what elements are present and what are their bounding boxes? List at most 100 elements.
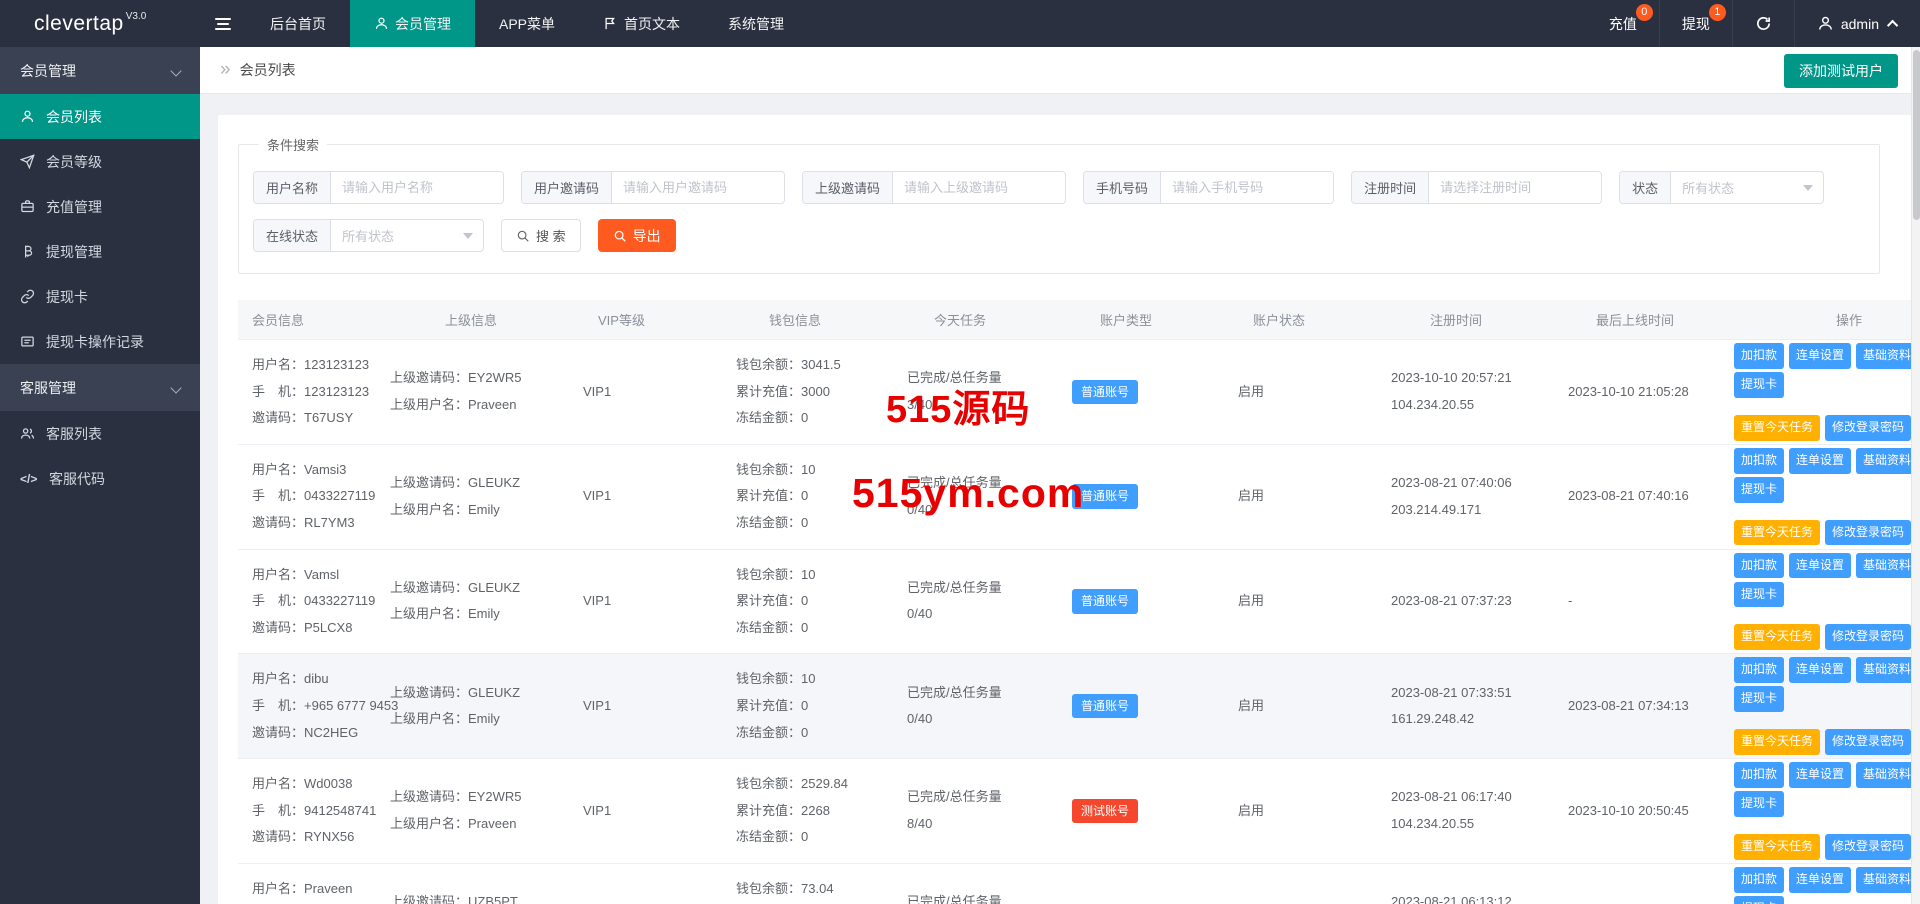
add-test-user-button[interactable]: 添加测试用户 (1784, 54, 1898, 88)
chain-order-settings-button[interactable]: 连单设置 (1789, 447, 1852, 474)
main-content: » 会员列表 添加测试用户 条件搜索 用户名称 用户邀请码 (200, 47, 1920, 904)
basic-info-button[interactable]: 基础资料 (1856, 657, 1912, 684)
scrollbar-thumb[interactable] (1913, 50, 1920, 220)
chain-order-settings-button[interactable]: 连单设置 (1789, 762, 1852, 789)
member-info-cell: 用户名：Vamsl 手 机：0433227119 邀请码：P5LCX8 (252, 566, 376, 635)
last-online-cell: 2023-10-10 21:05:28 (1568, 383, 1689, 399)
refresh-button[interactable] (1731, 0, 1794, 47)
account-status-cell: 启用 (1238, 488, 1265, 504)
withdraw-card-button[interactable]: 提现卡 (1734, 686, 1785, 713)
account-status-cell: 启用 (1238, 697, 1265, 713)
today-task-cell: 已完成/总任务量 0/40 (907, 684, 1002, 727)
sidebar-item-support-list[interactable]: 客服列表 (0, 411, 200, 456)
basic-info-button[interactable]: 基础资料 (1856, 343, 1912, 369)
nav-item-app-menu[interactable]: APP菜单 (475, 0, 579, 47)
brand-logo: clevertap V3.0 (0, 0, 200, 47)
sidebar-group-members[interactable]: 会员管理 (0, 47, 200, 94)
add-deduct-button[interactable]: 加扣款 (1734, 867, 1785, 893)
withdraw-card-button[interactable]: 提现卡 (1734, 372, 1785, 398)
change-login-password-button[interactable]: 修改登录密码 (1825, 519, 1912, 546)
search-button[interactable]: 搜 索 (501, 219, 581, 252)
parent-info-cell: 上级邀请码：UZB5PT 上级用户名：Anna008 (390, 894, 518, 904)
menu-toggle-icon[interactable] (200, 0, 246, 47)
nav-item-members[interactable]: 会员管理 (350, 0, 475, 47)
username-input[interactable] (331, 172, 504, 203)
export-button[interactable]: 导出 (597, 219, 676, 252)
add-deduct-button[interactable]: 加扣款 (1734, 657, 1785, 684)
user-icon (375, 17, 388, 29)
member-info-cell: 用户名：Vamsi3 手 机：0433227119 邀请码：RL7YM3 (252, 461, 376, 531)
withdraw-card-button[interactable]: 提现卡 (1734, 791, 1785, 817)
today-task-cell: 已完成/总任务量 0/40 (907, 475, 1002, 517)
account-type-cell: 普通账号 (1072, 588, 1238, 615)
sidebar-item-withdraw-card-log[interactable]: 提现卡操作记录 (0, 319, 200, 364)
vip-level-cell: VIP1 (583, 697, 612, 713)
nav-item-dashboard[interactable]: 后台首页 (246, 0, 350, 47)
member-info-cell: 用户名：Praveen 手 机：02108881636 邀请码：EY2WR5 (252, 880, 353, 896)
add-deduct-button[interactable]: 加扣款 (1734, 762, 1785, 789)
chain-order-settings-button[interactable]: 连单设置 (1789, 657, 1852, 684)
actions-cell: 加扣款 连单设置 基础资料 提现卡 重置今天任务 (1734, 445, 1912, 549)
reset-today-task-button[interactable]: 重置今天任务 (1734, 834, 1821, 860)
status-select[interactable]: 所有状态 (1671, 172, 1823, 203)
sidebar-item-recharge-mgmt[interactable]: 充值管理 (0, 184, 200, 229)
table-row: 用户名：Wd0038 手 机：9412548741 邀请码：RYNX56 上级邀… (238, 759, 1912, 864)
parent-info-cell: 上级邀请码：EY2WR5 上级用户名：Praveen (390, 789, 522, 832)
table-row: 用户名：Vamsl 手 机：0433227119 邀请码：P5LCX8 上级邀请… (238, 549, 1912, 655)
reset-today-task-button[interactable]: 重置今天任务 (1734, 624, 1821, 651)
change-login-password-button[interactable]: 修改登录密码 (1825, 834, 1912, 860)
chain-order-settings-button[interactable]: 连单设置 (1789, 552, 1852, 579)
basic-info-button[interactable]: 基础资料 (1856, 552, 1912, 579)
table-body: 用户名：123123123 手 机：123123123 邀请码：T67USY 上… (238, 340, 1912, 904)
basic-info-button[interactable]: 基础资料 (1856, 867, 1912, 893)
add-deduct-button[interactable]: 加扣款 (1734, 447, 1785, 474)
register-time-cell: 2023-08-21 06:13:12 203.211.109.103 (1391, 894, 1512, 904)
withdraw-card-button[interactable]: 提现卡 (1734, 895, 1785, 904)
withdraw-card-button[interactable]: 提现卡 (1734, 581, 1785, 608)
search-panel-title: 条件搜索 (267, 138, 320, 153)
basic-info-button[interactable]: 基础资料 (1856, 762, 1912, 789)
table-row: 用户名：Praveen 手 机：02108881636 邀请码：EY2WR5 上… (238, 863, 1912, 904)
sidebar-item-support-code[interactable]: </> 客服代码 (0, 456, 200, 501)
withdraw-card-button[interactable]: 提现卡 (1734, 476, 1785, 503)
change-login-password-button[interactable]: 修改登录密码 (1825, 729, 1912, 756)
recharge-shortcut[interactable]: 充值 0 (1587, 0, 1659, 47)
wallet-info-cell: 钱包余额：10 累计充值：0 冻结金额：0 (736, 566, 816, 635)
sidebar-item-member-list[interactable]: 会员列表 (0, 94, 200, 139)
reset-today-task-button[interactable]: 重置今天任务 (1734, 414, 1821, 441)
user-invite-code-input[interactable] (612, 172, 785, 203)
vertical-scrollbar[interactable] (1911, 47, 1920, 904)
sidebar-item-withdraw-card[interactable]: 提现卡 (0, 274, 200, 319)
sidebar-item-withdraw-mgmt[interactable]: 提现管理 (0, 229, 200, 274)
reset-today-task-button[interactable]: 重置今天任务 (1734, 729, 1821, 756)
navbar-right: 充值 0 提现 1 admin (1587, 0, 1920, 47)
main-nav: 后台首页 会员管理 APP菜单 首页文本 系统管理 (246, 0, 808, 47)
column-header: 账户类型 (1100, 313, 1153, 328)
user-menu[interactable]: admin (1793, 0, 1920, 47)
column-header: 会员信息 (252, 313, 305, 328)
parent-invite-code-input[interactable] (893, 172, 1066, 203)
sidebar-item-member-level[interactable]: 会员等级 (0, 139, 200, 184)
sidebar-group-support[interactable]: 客服管理 (0, 364, 200, 411)
change-login-password-button[interactable]: 修改登录密码 (1825, 624, 1912, 651)
change-login-password-button[interactable]: 修改登录密码 (1825, 414, 1912, 441)
nav-item-system[interactable]: 系统管理 (704, 0, 808, 47)
column-header: 操作 (1836, 313, 1863, 328)
chain-order-settings-button[interactable]: 连单设置 (1789, 343, 1852, 369)
withdraw-shortcut[interactable]: 提现 1 (1658, 0, 1732, 47)
account-status-cell: 启用 (1238, 383, 1265, 399)
add-deduct-button[interactable]: 加扣款 (1734, 343, 1785, 369)
online-status-select[interactable]: 所有状态 (331, 220, 483, 251)
table-row: 用户名：dibu 手 机：+965 6777 9453 邀请码：NC2HEG 上… (238, 654, 1912, 760)
basic-info-button[interactable]: 基础资料 (1856, 447, 1912, 474)
phone-input[interactable] (1161, 172, 1334, 203)
register-time-input[interactable] (1429, 172, 1602, 203)
chain-order-settings-button[interactable]: 连单设置 (1789, 867, 1852, 893)
nav-item-home-text[interactable]: 首页文本 (579, 0, 704, 47)
actions-cell: 加扣款 连单设置 基础资料 提现卡 重置今天任务 (1734, 340, 1912, 444)
add-deduct-button[interactable]: 加扣款 (1734, 552, 1785, 579)
chevron-down-icon (170, 64, 182, 77)
last-online-cell: 2023-08-21 07:34:13 (1568, 697, 1689, 713)
chevron-up-icon (1886, 19, 1899, 31)
reset-today-task-button[interactable]: 重置今天任务 (1734, 519, 1821, 546)
